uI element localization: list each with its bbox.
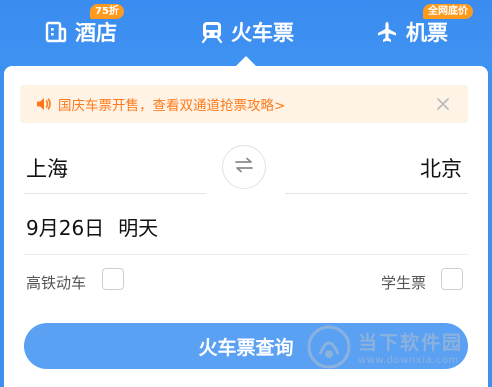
high-speed-checkbox[interactable]: [102, 268, 124, 290]
notice-text: 国庆车票开售，查看双通道抢票攻略>: [58, 98, 286, 114]
airplane-icon: [375, 20, 399, 44]
watermark: 当下软件园 www.downxia.com: [306, 320, 482, 374]
top-nav: 酒店 75折 火车票 机票 全网底价: [0, 0, 492, 67]
high-speed-label: 高铁动车: [26, 274, 87, 292]
tab-train-label: 火车票: [231, 21, 294, 45]
watermark-logo-icon: [307, 325, 351, 369]
watermark-title: 当下软件园: [358, 332, 464, 354]
date-day: 明天: [118, 216, 159, 240]
speaker-icon: [36, 96, 52, 112]
tab-flight[interactable]: 机票: [375, 16, 448, 48]
arrival-city[interactable]: 北京: [420, 153, 462, 183]
hotel-icon: [44, 20, 68, 44]
departure-city[interactable]: 上海: [26, 153, 68, 183]
swap-icon: [234, 157, 254, 177]
date-value: 9月26日: [26, 216, 105, 240]
tab-hotel[interactable]: 酒店: [44, 16, 117, 48]
watermark-url: www.downxia.com: [358, 355, 459, 366]
flight-price-badge: 全网底价: [423, 4, 473, 19]
departure-underline: [24, 193, 206, 194]
arrival-underline: [285, 193, 468, 194]
student-ticket-label: 学生票: [381, 274, 427, 292]
student-ticket-checkbox[interactable]: [441, 268, 463, 290]
tab-hotel-label: 酒店: [75, 21, 117, 45]
hotel-discount-badge: 75折: [90, 4, 124, 19]
date-divider: [24, 254, 468, 255]
departure-date[interactable]: 9月26日 明天: [26, 212, 158, 241]
train-icon: [200, 20, 224, 44]
swap-cities-button[interactable]: [222, 145, 266, 189]
tab-train[interactable]: 火车票: [200, 16, 294, 48]
close-icon[interactable]: [434, 95, 452, 113]
tab-flight-label: 机票: [406, 21, 448, 45]
notice-banner[interactable]: 国庆车票开售，查看双通道抢票攻略>: [20, 85, 468, 123]
